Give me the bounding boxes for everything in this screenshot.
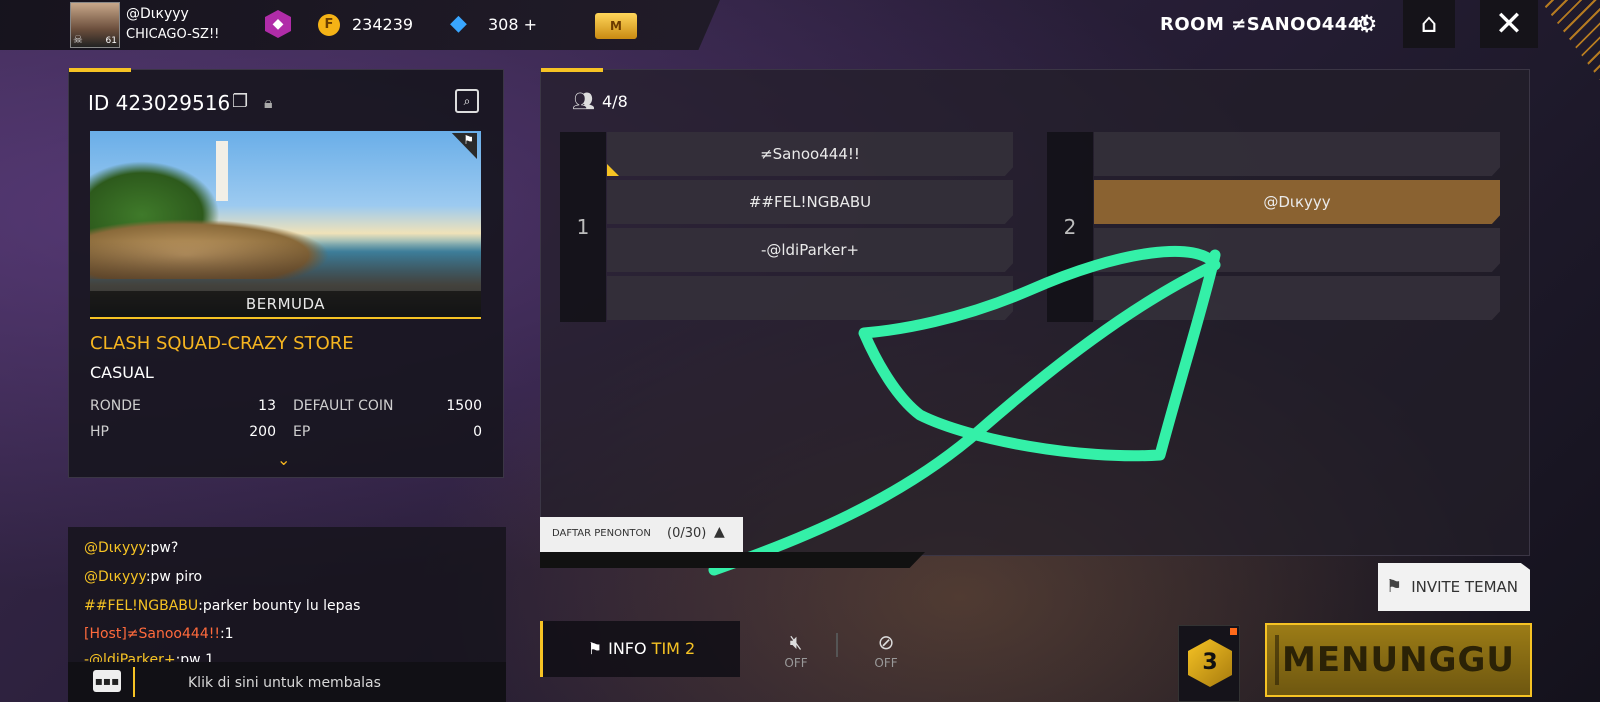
spectator-label: DAFTAR PENONTON [552,528,651,539]
invite-friend-button[interactable]: ⚑ INVITE TEMAN [1378,563,1530,611]
control-divider [836,633,838,657]
dice-button[interactable]: 3 [1178,625,1240,702]
expand-up-icon: ▲ [714,524,725,540]
dice-icon: 3 [1188,639,1232,687]
info-team: TIM 2 [651,639,696,658]
chat-text: :1 [219,626,234,642]
flag-icon: ⚑ [587,639,603,658]
spectator-list-button[interactable]: DAFTAR PENONTON (0/30) ▲ [540,517,743,552]
chat-message: ##FEL!NGBABU:parker bounty lu lepas [84,598,360,614]
chat-author-host[interactable]: [Host]≠Sanoo444!! [84,626,220,642]
speaker-state: OFF [784,656,808,670]
chat-text: :pw? [145,540,179,556]
info-label: INFO [608,639,647,658]
chat-message: [Host]≠Sanoo444!!:1 [84,626,234,642]
chat-author[interactable]: ##FEL!NGBABU [84,598,198,614]
spectator-count: (0/30) [667,526,707,541]
invite-label: INVITE TEMAN [1411,578,1518,596]
chat-text: :pw piro [145,569,203,585]
invite-flag-icon: ⚑ [1386,576,1403,597]
speaker-mute-icon[interactable]: 🔇︎ [776,630,816,654]
chat-message: @Dιкyyy:pw? [84,540,178,556]
mic-state: OFF [874,656,898,670]
team-info-button[interactable]: ⚑ INFO TIM 2 [540,621,740,677]
notification-dot [1230,628,1237,635]
reply-divider [133,667,135,697]
chat-author[interactable]: @Dιкyyy [84,569,146,585]
chat-author[interactable]: @Dιкyyy [84,540,146,556]
panel-bottom-bar [540,552,925,568]
chat-reply-input[interactable]: Klik di sini untuk membalas [188,675,381,691]
chat-text: :parker bounty lu lepas [198,598,361,614]
waiting-button[interactable]: MENUNGGU [1265,623,1532,697]
chat-bubble-icon[interactable]: ▪▪▪ [93,670,121,692]
mic-mute-icon[interactable]: ⊘ [866,630,906,654]
chat-message: @Dιкyyy:pw piro [84,569,202,585]
